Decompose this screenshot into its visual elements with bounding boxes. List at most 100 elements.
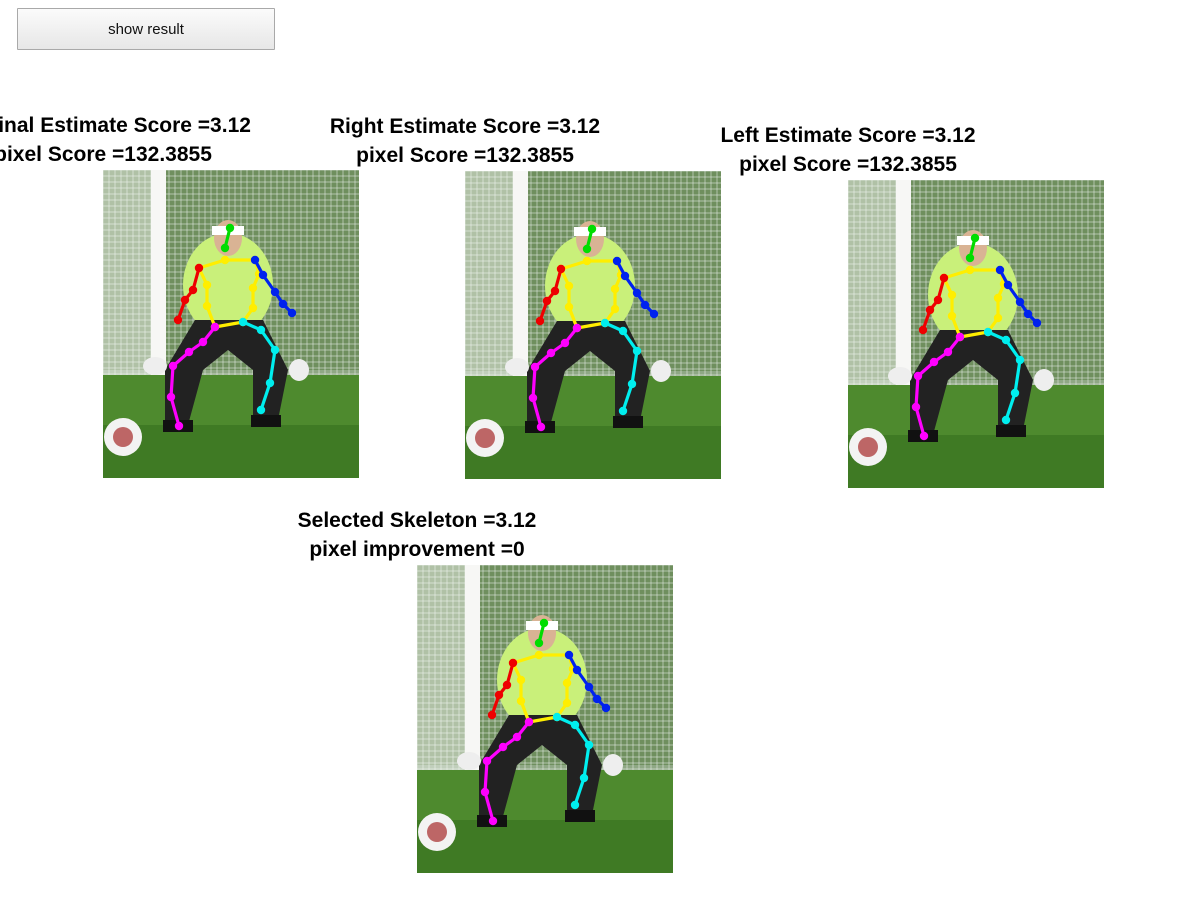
joint-dot [579, 773, 589, 783]
joint-dot [1023, 309, 1033, 319]
joint-dot [556, 264, 566, 274]
score-line: Left Estimate Score =3.12 [720, 124, 976, 147]
ball-pattern [113, 427, 133, 447]
joint-dot [947, 290, 957, 300]
joint-dot [564, 281, 574, 291]
joint-dot [534, 638, 544, 648]
joint-dot [1001, 415, 1011, 425]
joint-dot [939, 273, 949, 283]
joint-dot [564, 302, 574, 312]
joint-dot [174, 421, 184, 431]
joint-dot [480, 787, 490, 797]
right-glove [505, 358, 529, 376]
joint-dot [620, 271, 630, 281]
joint-dot [955, 332, 965, 342]
joint-dot [610, 284, 620, 294]
joint-dot [582, 256, 592, 266]
show-result-button[interactable]: show result [17, 8, 275, 50]
joint-dot [618, 406, 628, 416]
joint-dot [993, 293, 1003, 303]
joint-dot [265, 378, 275, 388]
pose-image [103, 170, 359, 478]
right-shoe [251, 415, 281, 427]
joint-dot [248, 303, 258, 313]
left-glove [651, 360, 671, 382]
right-glove [143, 357, 167, 375]
joint-dot [627, 379, 637, 389]
joint-dot [270, 345, 280, 355]
joint-dot [534, 650, 544, 660]
joint-dot [970, 233, 980, 243]
joint-dot [640, 300, 650, 310]
panel-title: Original Estimate Score =3.12 pixel Scor… [0, 111, 263, 169]
joint-dot [587, 224, 597, 234]
joint-dot [256, 405, 266, 415]
joint-dot [210, 322, 220, 332]
pixel-improvement-line: pixel improvement =0 [309, 538, 525, 561]
joint-dot [632, 288, 642, 298]
joint-dot [535, 316, 545, 326]
joint-dot [220, 243, 230, 253]
joint-dot [552, 712, 562, 722]
joint-dot [911, 402, 921, 412]
joint-dot [202, 301, 212, 311]
score-line: Right Estimate Score =3.12 [329, 115, 601, 138]
joint-dot [1015, 297, 1025, 307]
score-line: Original Estimate Score =3.12 [0, 114, 251, 137]
joint-dot [1015, 355, 1025, 365]
joint-dot [572, 323, 582, 333]
joint-dot [256, 325, 266, 335]
joint-dot [168, 361, 178, 371]
joint-dot [562, 698, 572, 708]
joint-dot [584, 740, 594, 750]
panel-title: Right Estimate Score =3.12 pixel Score =… [305, 112, 625, 170]
joint-dot [528, 393, 538, 403]
joint-dot [1001, 335, 1011, 345]
joint-dot [933, 295, 943, 305]
joint-dot [1010, 388, 1020, 398]
joint-dot [562, 678, 572, 688]
joint-dot [248, 283, 258, 293]
joint-dot [983, 327, 993, 337]
joint-dot [524, 717, 534, 727]
joint-dot [194, 263, 204, 273]
joint-dot [502, 680, 512, 690]
joint-dot [618, 326, 628, 336]
joint-dot [919, 431, 929, 441]
joint-dot [508, 658, 518, 668]
pixel-score-line: pixel Score =132.3855 [356, 144, 574, 167]
pixel-score-line: pixel Score =132.3855 [0, 143, 212, 166]
panel-title: Selected Skeleton =3.12 pixel improvemen… [257, 506, 577, 564]
joint-dot [584, 682, 594, 692]
joint-dot [498, 742, 508, 752]
joint-dot [965, 253, 975, 263]
joint-dot [188, 285, 198, 295]
joint-dot [173, 315, 183, 325]
joint-dot [995, 265, 1005, 275]
score-line: Selected Skeleton =3.12 [297, 509, 537, 532]
joint-dot [947, 311, 957, 321]
joint-dot [542, 296, 552, 306]
joint-dot [943, 347, 953, 357]
joint-dot [530, 362, 540, 372]
pose-image [417, 565, 673, 873]
joint-dot [516, 696, 526, 706]
pixel-score-line: pixel Score =132.3855 [739, 153, 957, 176]
joint-dot [516, 675, 526, 685]
pose-image [465, 171, 721, 479]
right-glove [457, 752, 481, 770]
right-glove [888, 367, 912, 385]
joint-dot [925, 305, 935, 315]
left-glove [603, 754, 623, 776]
joint-dot [965, 265, 975, 275]
joint-dot [929, 357, 939, 367]
right-shoe [996, 425, 1026, 437]
right-shoe [565, 810, 595, 822]
joint-dot [601, 703, 611, 713]
joint-dot [250, 255, 260, 265]
joint-dot [539, 618, 549, 628]
joint-dot [225, 223, 235, 233]
joint-dot [610, 304, 620, 314]
joint-dot [913, 371, 923, 381]
joint-dot [570, 800, 580, 810]
